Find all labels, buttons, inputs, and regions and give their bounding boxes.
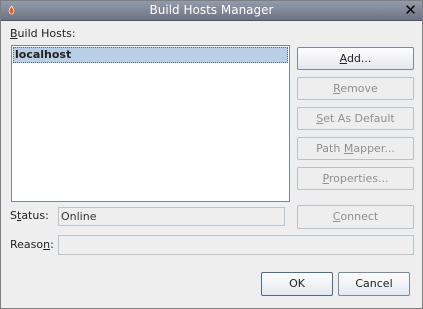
build-hosts-label-mnemonic: B: [10, 27, 18, 40]
set-as-default-button[interactable]: Set As Default: [297, 107, 414, 130]
close-icon[interactable]: ✕: [403, 2, 418, 18]
connect-button[interactable]: Connect: [297, 205, 414, 229]
status-label: Status:: [10, 209, 49, 222]
path-mapper-button-mnemonic: M: [343, 142, 354, 155]
status-label-pre: S: [10, 209, 17, 222]
build-hosts-label-rest: uild Hosts:: [17, 27, 76, 40]
remove-button-post: emove: [340, 82, 378, 95]
path-mapper-button[interactable]: Path Mapper...: [297, 137, 414, 160]
build-hosts-label: Build Hosts:: [10, 27, 76, 40]
window-title: Build Hosts Manager: [149, 3, 274, 17]
status-label-post: atus:: [21, 209, 49, 222]
title-bar[interactable]: Build Hosts Manager ✕: [1, 1, 422, 21]
path-mapper-button-post: apper...: [353, 142, 395, 155]
connect-button-post: onnect: [340, 210, 379, 223]
build-hosts-manager-dialog: Build Hosts Manager ✕ Build Hosts: local…: [0, 0, 423, 309]
reason-label: Reason:: [10, 238, 54, 251]
properties-button-post: roperties...: [328, 172, 389, 185]
set-as-default-button-post: et As Default: [323, 112, 395, 125]
path-mapper-button-pre: Path: [316, 142, 344, 155]
status-field: Online: [58, 207, 285, 226]
add-button-post: dd...: [346, 52, 372, 65]
add-button-mnemonic: A: [339, 52, 347, 65]
add-button[interactable]: Add...: [297, 47, 414, 70]
remove-button[interactable]: Remove: [297, 77, 414, 100]
reason-label-post: :: [50, 238, 54, 251]
properties-button[interactable]: Properties...: [297, 167, 414, 190]
list-item[interactable]: localhost: [13, 47, 288, 63]
reason-label-pre: Reaso: [10, 238, 44, 251]
reason-field: [58, 235, 414, 255]
ok-button[interactable]: OK: [261, 272, 333, 296]
cancel-button[interactable]: Cancel: [338, 272, 410, 296]
build-hosts-list[interactable]: localhost: [11, 45, 290, 202]
